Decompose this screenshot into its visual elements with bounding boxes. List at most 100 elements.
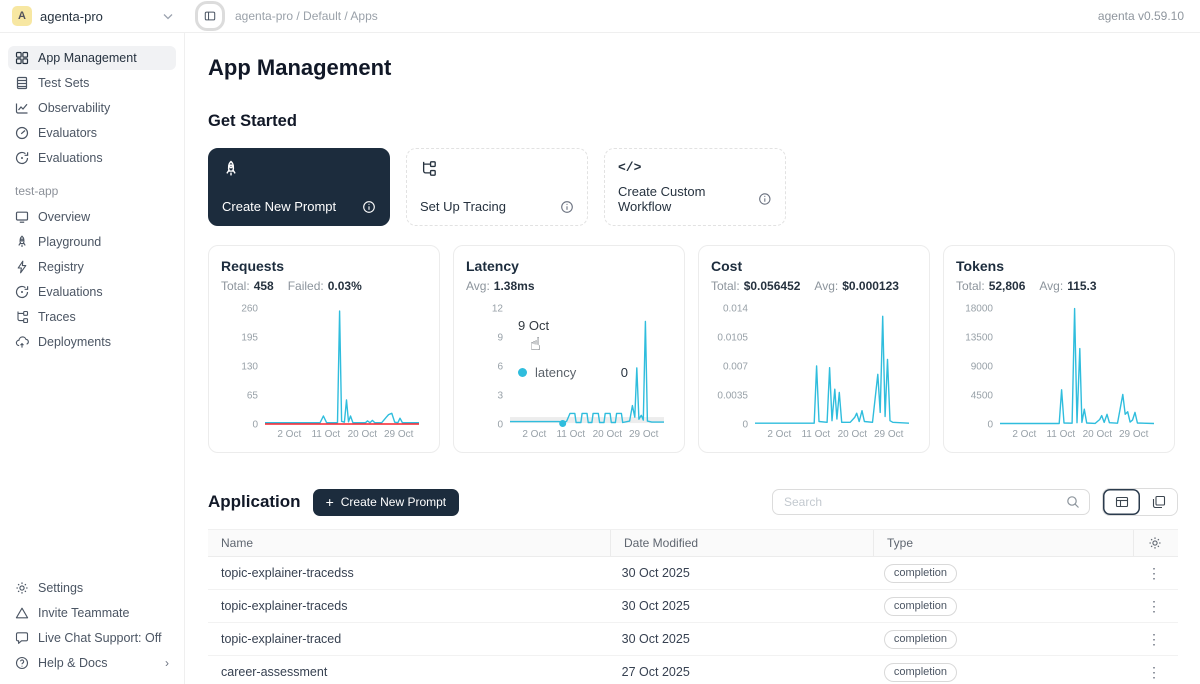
svg-text:29 Oct: 29 Oct — [1119, 429, 1149, 440]
latency-chart-card: Latency Avg:1.38ms 0369122 Oct11 Oct20 O… — [453, 245, 685, 453]
svg-text:0: 0 — [497, 420, 503, 431]
sidebar-group-label: test-app — [15, 184, 169, 198]
sidebar-item-registry[interactable]: Registry — [8, 255, 176, 279]
lightning-icon — [15, 260, 29, 274]
table-settings-button[interactable] — [1148, 536, 1162, 550]
svg-text:0: 0 — [987, 420, 993, 431]
sidebar-item-label: Playground — [38, 235, 169, 249]
sidebar-item-label: Registry — [38, 260, 169, 274]
panel-left-icon — [204, 9, 216, 23]
row-menu-button[interactable]: ⋮ — [1143, 632, 1165, 646]
svg-text:29 Oct: 29 Oct — [629, 429, 659, 440]
sidebar-item-evaluators[interactable]: Evaluators — [8, 121, 176, 145]
sidebar-item-playground[interactable]: Playground — [8, 230, 176, 254]
create-new-prompt-card[interactable]: Create New Prompt — [208, 148, 390, 226]
app-name[interactable]: topic-explainer-traceds — [208, 599, 609, 613]
breadcrumb[interactable]: agenta-pro / Default / Apps — [235, 9, 378, 23]
column-header-type[interactable]: Type — [873, 530, 1133, 556]
sidebar-item-settings[interactable]: Settings — [8, 576, 176, 600]
svg-text:11 Oct: 11 Oct — [1046, 429, 1075, 440]
tokens-chart-card: Tokens Total:52,806 Avg:115.3 0450090001… — [943, 245, 1175, 453]
svg-text:2 Oct: 2 Oct — [1012, 429, 1036, 440]
sidebar-item-label: Traces — [38, 310, 169, 324]
refresh-icon — [15, 285, 29, 299]
svg-text:0: 0 — [742, 420, 748, 431]
table-row[interactable]: career-assessment 27 Oct 2025 completion… — [208, 656, 1178, 684]
sidebar-item-traces[interactable]: Traces — [8, 305, 176, 329]
search-input[interactable] — [782, 494, 1066, 510]
column-header-date-modified[interactable]: Date Modified — [610, 530, 873, 556]
tokens-line-chart[interactable]: 04500900013500180002 Oct11 Oct20 Oct29 O… — [956, 300, 1162, 440]
cloud-icon — [15, 335, 29, 349]
svg-text:20 Oct: 20 Oct — [838, 429, 868, 440]
sidebar-item-label: Test Sets — [38, 76, 169, 90]
sidebar-item-label: Evaluators — [38, 126, 169, 140]
observability-icon — [15, 101, 29, 115]
cost-line-chart[interactable]: 00.00350.0070.01050.0142 Oct11 Oct20 Oct… — [711, 300, 917, 440]
svg-text:29 Oct: 29 Oct — [874, 429, 904, 440]
sidebar-item-evaluations[interactable]: Evaluations — [8, 146, 176, 170]
svg-text:0.0105: 0.0105 — [717, 333, 748, 344]
chart-stats: Total:458 Failed:0.03% — [221, 279, 427, 293]
table-row[interactable]: topic-explainer-traceds 30 Oct 2025 comp… — [208, 590, 1178, 623]
app-name[interactable]: topic-explainer-tracedss — [208, 566, 609, 580]
search-icon[interactable] — [1066, 495, 1080, 509]
info-icon[interactable] — [560, 200, 574, 214]
app-type: completion — [871, 564, 1130, 583]
row-menu-button[interactable]: ⋮ — [1143, 566, 1165, 580]
set-up-tracing-card[interactable]: Set Up Tracing — [406, 148, 588, 226]
column-header-actions — [1133, 530, 1178, 556]
gear-icon — [1148, 536, 1162, 550]
table-view-button[interactable] — [1103, 489, 1140, 515]
type-badge: completion — [884, 663, 957, 682]
type-badge: completion — [884, 597, 957, 616]
chart-stats: Avg:1.38ms — [466, 279, 672, 293]
app-version: agenta v0.59.10 — [1098, 9, 1200, 23]
workspace-avatar: A — [12, 6, 32, 26]
requests-chart-card: Requests Total:458 Failed:0.03% 06513019… — [208, 245, 440, 453]
create-new-prompt-button[interactable]: + Create New Prompt — [313, 489, 460, 516]
app-name[interactable]: career-assessment — [208, 665, 609, 679]
sidebar-item-test-sets[interactable]: Test Sets — [8, 71, 176, 95]
info-icon[interactable] — [362, 200, 376, 214]
svg-text:65: 65 — [247, 391, 259, 402]
sidebar-item-overview[interactable]: Overview — [8, 205, 176, 229]
sidebar-collapse-button[interactable] — [198, 4, 222, 28]
svg-text:0.014: 0.014 — [723, 304, 748, 315]
sidebar-item-help-docs[interactable]: Help & Docs › — [8, 651, 176, 675]
create-custom-workflow-card[interactable]: </> Create Custom Workflow — [604, 148, 786, 226]
series-dot — [518, 368, 527, 377]
plus-icon: + — [326, 494, 334, 510]
row-actions: ⋮ — [1130, 599, 1178, 613]
row-menu-button[interactable]: ⋮ — [1143, 599, 1165, 613]
app-name[interactable]: topic-explainer-traced — [208, 632, 609, 646]
sidebar-item-app-management[interactable]: App Management — [8, 46, 176, 70]
invite-icon — [15, 606, 29, 620]
card-view-button[interactable] — [1140, 489, 1177, 515]
row-menu-button[interactable]: ⋮ — [1143, 665, 1165, 679]
tooltip-series-name: latency — [535, 365, 576, 380]
requests-line-chart[interactable]: 0651301952602 Oct11 Oct20 Oct29 Oct — [221, 300, 427, 440]
sidebar-spacer — [8, 355, 176, 576]
svg-text:20 Oct: 20 Oct — [348, 429, 378, 440]
sidebar-item-label: Evaluations — [38, 151, 169, 165]
test-sets-icon — [15, 76, 29, 90]
info-icon[interactable] — [758, 192, 772, 206]
app-date-modified: 27 Oct 2025 — [609, 665, 871, 679]
app-date-modified: 30 Oct 2025 — [609, 599, 871, 613]
sidebar-item-deployments[interactable]: Deployments — [8, 330, 176, 354]
sidebar-item-app-evaluations[interactable]: Evaluations — [8, 280, 176, 304]
chevron-down-icon — [163, 13, 173, 20]
sidebar-item-label: Deployments — [38, 335, 169, 349]
column-header-name[interactable]: Name — [208, 530, 610, 556]
sidebar-item-invite-teammate[interactable]: Invite Teammate — [8, 601, 176, 625]
table-row[interactable]: topic-explainer-traced 30 Oct 2025 compl… — [208, 623, 1178, 656]
workspace-switcher[interactable]: A agenta-pro — [0, 6, 185, 26]
table-row[interactable]: topic-explainer-tracedss 30 Oct 2025 com… — [208, 557, 1178, 590]
sidebar-item-live-chat-support[interactable]: Live Chat Support: Off — [8, 626, 176, 650]
workspace-name: agenta-pro — [40, 9, 155, 24]
mouse-cursor-icon: ☝ — [530, 334, 541, 355]
sidebar-item-label: App Management — [38, 51, 169, 65]
sidebar-item-observability[interactable]: Observability — [8, 96, 176, 120]
svg-text:3: 3 — [497, 391, 503, 402]
